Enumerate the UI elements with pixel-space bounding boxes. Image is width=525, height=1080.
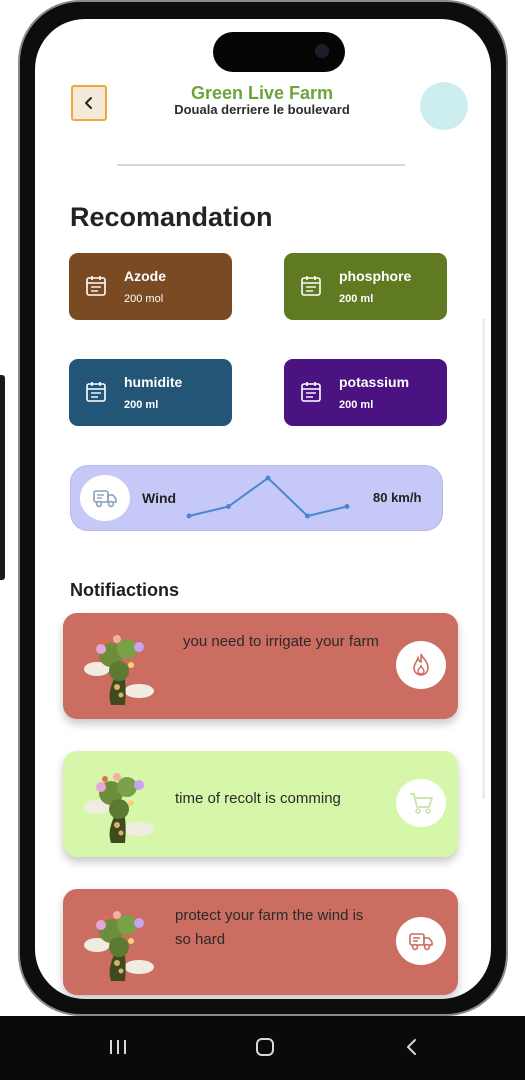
notification-text: time of recolt is comming: [175, 790, 341, 807]
wind-trend-line: [188, 476, 348, 518]
fire-icon[interactable]: [396, 641, 446, 689]
rec-card-humidite[interactable]: humidite 200 ml: [69, 359, 232, 426]
camera-icon: [315, 44, 329, 58]
calendar-icon: [301, 276, 321, 296]
rec-value: 200 ml: [339, 399, 374, 411]
scrollbar[interactable]: [482, 319, 485, 799]
rec-name: phosphore: [339, 268, 412, 284]
rec-card-phosphore[interactable]: phosphore 200 ml: [284, 253, 447, 320]
recommendation-title: Recomandation: [70, 202, 273, 232]
back-nav-icon[interactable]: [392, 1030, 432, 1064]
rec-card-potassium[interactable]: potassium 200 ml: [284, 359, 447, 426]
home-icon[interactable]: [245, 1030, 285, 1064]
wind-trend-point: [226, 504, 231, 509]
location-subtitle: Douala derriere le boulevard: [174, 102, 350, 117]
rec-value: 200 ml: [339, 293, 374, 305]
notification-card[interactable]: protect your farm the wind is so hard: [63, 889, 458, 995]
dynamic-island: [213, 32, 345, 72]
app-title: Green Live Farm: [190, 83, 334, 103]
notification-card[interactable]: time of recolt is comming: [63, 751, 458, 857]
wind-card[interactable]: Wind 80 km/h: [70, 465, 443, 531]
chevron-left-icon: [85, 97, 92, 109]
notification-text: protect your farm the wind is so hard: [175, 907, 364, 948]
avatar[interactable]: [420, 82, 468, 130]
side-volume-button: [0, 375, 5, 580]
calendar-icon: [86, 382, 106, 402]
truck-icon[interactable]: [396, 917, 446, 965]
back-button[interactable]: [71, 85, 107, 121]
farm-plant-illustration: [84, 635, 154, 705]
wind-trend-point: [186, 513, 192, 519]
farm-plant-illustration: [84, 773, 154, 843]
wind-trend-point: [344, 504, 350, 509]
recent-apps-icon[interactable]: [98, 1030, 138, 1064]
wind-sparkline: [186, 475, 350, 519]
truck-icon: [80, 475, 130, 521]
wind-trend-point: [265, 475, 271, 481]
calendar-icon: [301, 382, 321, 402]
cart-icon[interactable]: [396, 779, 446, 827]
rec-value: 200 mol: [124, 293, 164, 305]
calendar-icon: [86, 276, 106, 296]
notifications-title: Notifiactions: [70, 580, 180, 600]
wind-value: 80 km/h: [373, 490, 422, 505]
notification-card[interactable]: you need to irrigate your farm: [63, 613, 458, 719]
rec-name: potassium: [339, 374, 410, 390]
wind-label: Wind: [142, 490, 177, 506]
rec-value: 200 ml: [124, 399, 159, 411]
phone-screen: Green Live Farm Douala derriere le boule…: [35, 19, 491, 999]
phone-frame: Green Live Farm Douala derriere le boule…: [18, 0, 508, 1016]
rec-card-azode[interactable]: Azode 200 mol: [69, 253, 232, 320]
rec-name: humidite: [124, 374, 183, 390]
rec-name: Azode: [124, 268, 166, 284]
app-stage: Green Live Farm Douala derriere le boule…: [0, 0, 525, 1080]
wind-trend-point: [305, 513, 310, 519]
farm-plant-illustration: [84, 911, 154, 981]
notification-text: you need to irrigate your farm: [183, 633, 379, 650]
header-divider: [117, 164, 405, 166]
system-navigation-bar: [0, 1016, 525, 1080]
